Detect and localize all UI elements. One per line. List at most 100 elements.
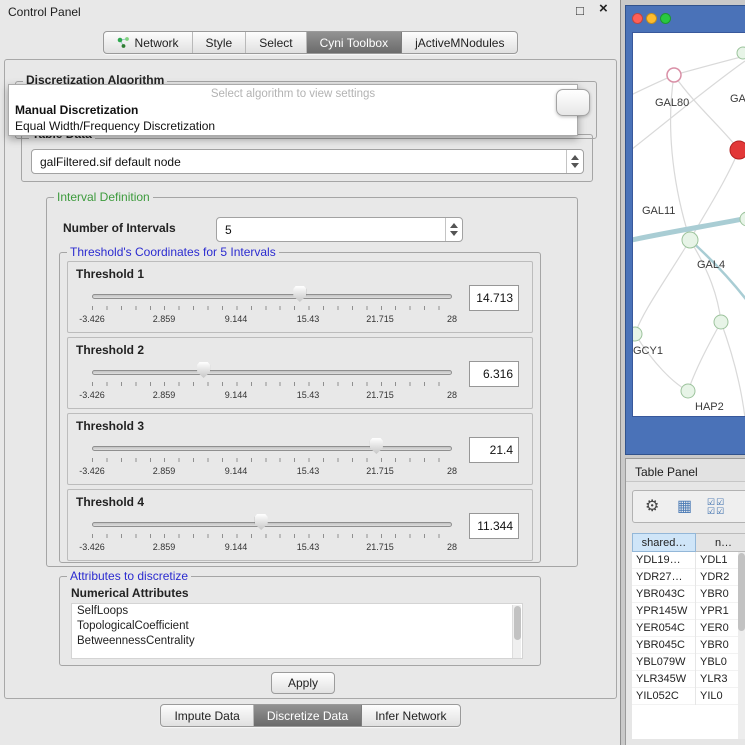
table-row[interactable]: YLR345W YLR3 xyxy=(632,671,745,688)
column-header-shared-name[interactable]: shared… xyxy=(632,533,696,552)
threshold-3-slider-track[interactable] xyxy=(92,446,452,451)
table-data-value: galFiltered.sif default node xyxy=(40,155,181,169)
close-window-icon[interactable]: × xyxy=(599,2,608,15)
threshold-1-slider-thumb[interactable] xyxy=(293,286,306,302)
tick-label: 28 xyxy=(447,542,457,552)
threshold-4-value-input[interactable] xyxy=(469,513,519,539)
node-gal4[interactable] xyxy=(682,232,698,248)
numerical-attributes-list[interactable]: SelfLoops TopologicalCoefficient Between… xyxy=(71,603,523,659)
node-label-gal11[interactable]: GAL11 xyxy=(642,205,675,217)
select-columns-icon[interactable]: ☑☑ ☑☑ xyxy=(707,498,725,516)
threshold-2-panel: Threshold 2 -3.426 2.859 9.144 15.43 21.… xyxy=(67,337,533,409)
network-canvas[interactable]: GAL80 GA GAL11 GAL4 GCY1 HAP2 xyxy=(632,32,745,417)
tick-label: 21.715 xyxy=(366,314,394,324)
table-cell[interactable]: YLR345W xyxy=(632,671,696,688)
mac-minimize-icon[interactable] xyxy=(646,13,657,24)
threshold-4-slider-thumb[interactable] xyxy=(255,514,268,530)
tab-jactivemnodules[interactable]: jActiveMNodules xyxy=(402,32,517,53)
apply-button[interactable]: Apply xyxy=(271,672,335,694)
scrollbar-thumb[interactable] xyxy=(514,606,521,640)
table-cell[interactable]: YDR27… xyxy=(632,569,696,586)
combo-stepper-icon[interactable] xyxy=(445,218,462,241)
table-scrollbar[interactable] xyxy=(738,552,745,739)
threshold-2-slider-track[interactable] xyxy=(92,370,452,375)
list-scrollbar[interactable] xyxy=(512,605,521,658)
threshold-3-value-input[interactable] xyxy=(469,437,519,463)
node-gal80[interactable] xyxy=(667,68,681,82)
threshold-2-label: Threshold 2 xyxy=(76,343,144,357)
tab-select[interactable]: Select xyxy=(246,32,306,53)
threshold-2-slider-thumb[interactable] xyxy=(197,362,210,378)
tab-discretize-data[interactable]: Discretize Data xyxy=(254,705,362,726)
table-row[interactable]: YBR045C YBR0 xyxy=(632,637,745,654)
threshold-2-value-input[interactable] xyxy=(469,361,519,387)
table-row[interactable]: YER054C YER0 xyxy=(632,620,745,637)
tab-impute-data[interactable]: Impute Data xyxy=(161,705,253,726)
window-title: Control Panel xyxy=(8,5,81,19)
tab-network[interactable]: Network xyxy=(104,32,193,53)
bottom-tab-group: Impute Data Discretize Data Infer Networ… xyxy=(160,704,460,727)
threshold-1-slider-track[interactable] xyxy=(92,294,452,299)
tab-label: Network xyxy=(135,36,179,50)
scrollbar-thumb[interactable] xyxy=(738,553,745,631)
table-data-combobox[interactable]: galFiltered.sif default node xyxy=(31,149,584,174)
tick-label: -3.426 xyxy=(79,390,105,400)
column-header-name[interactable]: n… xyxy=(696,533,745,552)
float-window-icon[interactable]: □ xyxy=(576,4,584,17)
threshold-4-slider-track[interactable] xyxy=(92,522,452,527)
table-cell[interactable]: YPR145W xyxy=(632,603,696,620)
node-label-clipped[interactable]: GA xyxy=(730,93,745,105)
tick-label: 9.144 xyxy=(225,314,248,324)
node[interactable] xyxy=(737,47,745,59)
table-row[interactable]: YIL052C YIL0 xyxy=(632,688,745,705)
node-label-gal4[interactable]: GAL4 xyxy=(697,259,725,271)
node-hap2[interactable] xyxy=(681,384,695,398)
table-cell[interactable]: YBR043C xyxy=(632,586,696,603)
node-gcy1[interactable] xyxy=(633,327,642,341)
tab-style[interactable]: Style xyxy=(193,32,247,53)
threshold-1-value-input[interactable] xyxy=(469,285,519,311)
tab-label: Cyni Toolbox xyxy=(320,36,388,50)
threshold-3-slider-thumb[interactable] xyxy=(370,438,383,454)
slider-ticks xyxy=(92,458,453,462)
network-icon xyxy=(117,36,130,49)
gear-icon[interactable]: ⚙ xyxy=(645,499,659,515)
table-row[interactable]: YBL079W YBL0 xyxy=(632,654,745,671)
list-item[interactable]: TopologicalCoefficient xyxy=(72,619,522,634)
node-selected-red[interactable] xyxy=(730,141,745,159)
mac-close-icon[interactable] xyxy=(632,13,643,24)
tick-label: 21.715 xyxy=(366,542,394,552)
table-cell[interactable]: YBR045C xyxy=(632,637,696,654)
table-cell[interactable]: YDL19… xyxy=(632,552,696,569)
node[interactable] xyxy=(714,315,728,329)
node-label-gal80[interactable]: GAL80 xyxy=(655,97,689,109)
algorithm-combobox-button[interactable] xyxy=(556,89,590,116)
popup-option-equal-width-frequency[interactable]: Equal Width/Frequency Discretization xyxy=(15,119,215,133)
tick-label: 15.43 xyxy=(297,314,320,324)
threshold-3-panel: Threshold 3 -3.426 2.859 9.144 15.43 21.… xyxy=(67,413,533,485)
table-cell[interactable]: YIL052C xyxy=(632,688,696,705)
number-of-intervals-combobox[interactable]: 5 xyxy=(216,217,463,242)
list-item[interactable]: BetweennessCentrality xyxy=(72,634,522,649)
table-row[interactable]: YPR145W YPR1 xyxy=(632,603,745,620)
threshold-1-label: Threshold 1 xyxy=(76,267,144,281)
table-row[interactable]: YDL19… YDL1 xyxy=(632,552,745,569)
mac-zoom-icon[interactable] xyxy=(660,13,671,24)
tick-label: -3.426 xyxy=(79,466,105,476)
table-cell[interactable]: YER054C xyxy=(632,620,696,637)
combo-stepper-icon[interactable] xyxy=(566,150,583,173)
node-label-gcy1[interactable]: GCY1 xyxy=(633,345,663,357)
tab-infer-network[interactable]: Infer Network xyxy=(362,705,459,726)
popup-option-manual-discretization[interactable]: Manual Discretization xyxy=(15,103,138,117)
table-cell[interactable]: YBL079W xyxy=(632,654,696,671)
number-of-intervals-label: Number of Intervals xyxy=(63,221,176,235)
node[interactable] xyxy=(740,212,745,226)
numerical-attributes-label: Numerical Attributes xyxy=(71,586,189,600)
list-item[interactable]: SelfLoops xyxy=(72,604,522,619)
tab-cyni-toolbox[interactable]: Cyni Toolbox xyxy=(307,32,402,53)
table-row[interactable]: YDR27… YDR2 xyxy=(632,569,745,586)
columns-icon[interactable]: ▦ xyxy=(677,499,692,515)
tick-label: 15.43 xyxy=(297,390,320,400)
table-row[interactable]: YBR043C YBR0 xyxy=(632,586,745,603)
node-label-hap2[interactable]: HAP2 xyxy=(695,401,724,413)
